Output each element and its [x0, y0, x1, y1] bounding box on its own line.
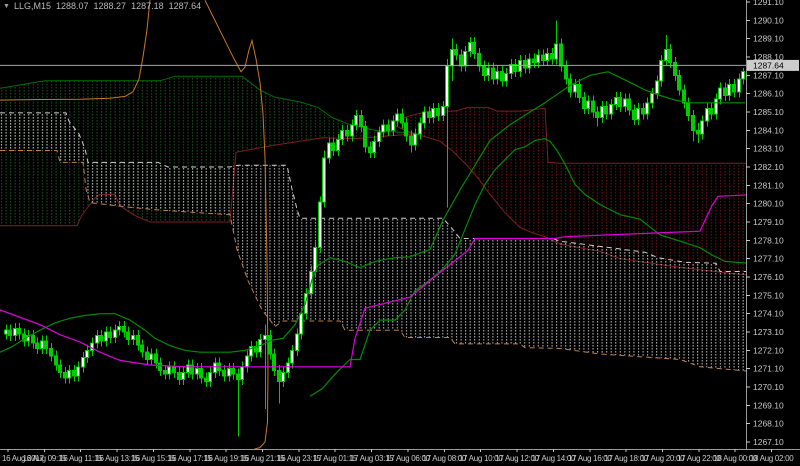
symbol-marker-icon: ▼	[3, 3, 10, 10]
svg-text:1267.10: 1267.10	[753, 437, 784, 447]
ohlc-close: 1287.64	[168, 1, 202, 11]
ohlc-open: 1288.07	[55, 1, 89, 11]
svg-text:1278.10: 1278.10	[753, 235, 784, 245]
svg-text:1275.10: 1275.10	[753, 290, 784, 300]
svg-text:1285.10: 1285.10	[753, 107, 784, 117]
svg-text:1277.10: 1277.10	[753, 254, 784, 264]
current-price-tag: 1287.64	[747, 59, 799, 71]
svg-text:1291.10: 1291.10	[753, 0, 784, 7]
symbol-name: LLG,M15	[13, 1, 51, 11]
svg-text:1270.10: 1270.10	[753, 382, 784, 392]
svg-text:18 Aug 02:00: 18 Aug 02:00	[750, 454, 794, 463]
svg-text:1283.10: 1283.10	[753, 144, 784, 154]
svg-text:1272.10: 1272.10	[753, 345, 784, 355]
svg-text:1280.10: 1280.10	[753, 199, 784, 209]
svg-text:1269.10: 1269.10	[753, 400, 784, 410]
svg-text:1279.10: 1279.10	[753, 217, 784, 227]
svg-text:1287.10: 1287.10	[753, 70, 784, 80]
svg-text:1273.10: 1273.10	[753, 327, 784, 337]
svg-text:1282.10: 1282.10	[753, 162, 784, 172]
svg-text:1286.10: 1286.10	[753, 89, 784, 99]
svg-text:1281.10: 1281.10	[753, 180, 784, 190]
svg-text:1274.10: 1274.10	[753, 309, 784, 319]
svg-text:1284.10: 1284.10	[753, 125, 784, 135]
price-chart-canvas[interactable]: 1291.101290.101289.101288.101287.101286.…	[0, 0, 800, 466]
chart-window: ▼ LLG,M15 1288.07 1288.27 1287.18 1287.64 129…	[0, 0, 800, 466]
svg-text:1276.10: 1276.10	[753, 272, 784, 282]
svg-text:1290.10: 1290.10	[753, 15, 784, 25]
ohlc-low: 1287.18	[131, 1, 164, 11]
svg-text:1268.10: 1268.10	[753, 419, 784, 429]
ohlc-high: 1288.27	[93, 1, 127, 11]
svg-text:1271.10: 1271.10	[753, 364, 784, 374]
svg-text:1287.64: 1287.64	[753, 61, 784, 71]
symbol-header: ▼ LLG,M15 1288.07 1288.27 1287.18 1287.64	[3, 1, 201, 11]
svg-text:1289.10: 1289.10	[753, 34, 784, 44]
